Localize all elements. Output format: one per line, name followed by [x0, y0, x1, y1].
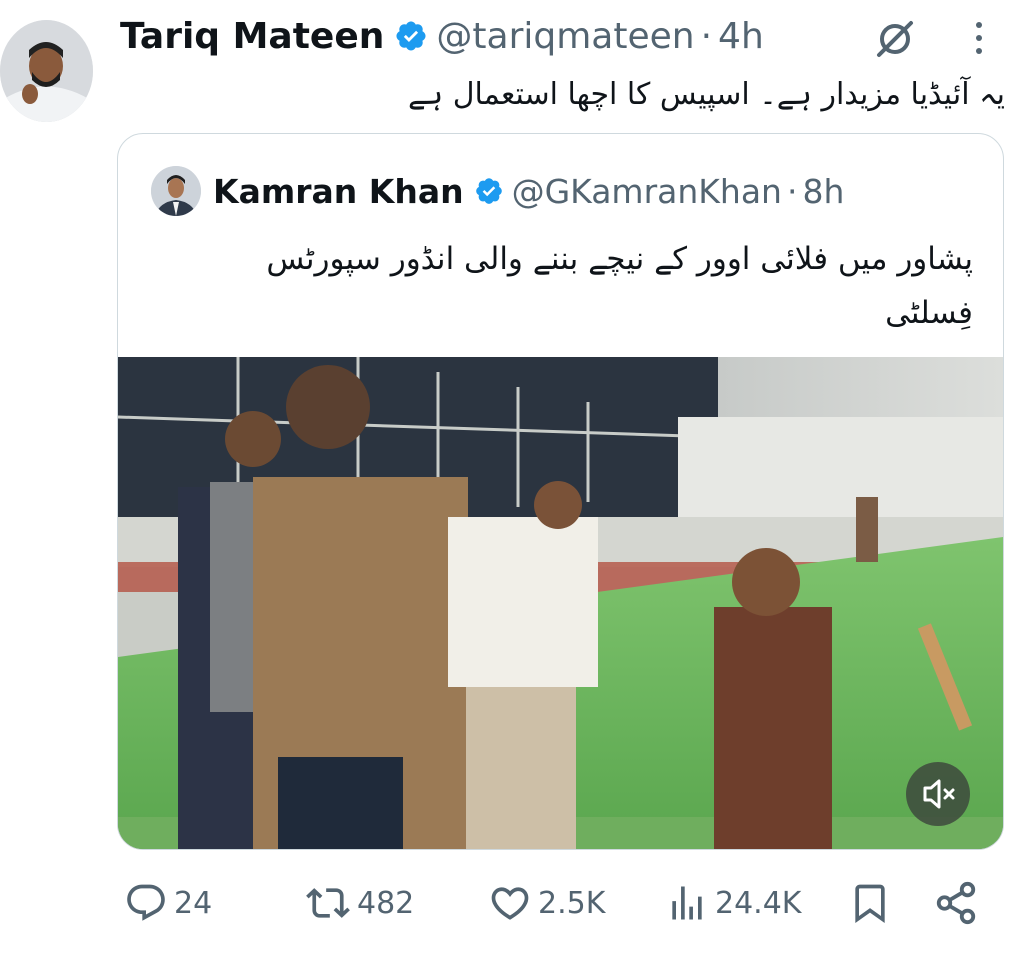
bookmark-icon — [855, 884, 885, 924]
reply-button[interactable]: 24 — [124, 880, 212, 926]
repost-count: 482 — [357, 885, 415, 921]
share-button[interactable] — [933, 880, 979, 926]
like-button[interactable]: 2.5K — [488, 880, 605, 926]
verified-badge-icon — [475, 178, 502, 204]
tweet-text: یہ آئیڈیا مزیدار ہے۔ اسپیس کا اچھا استعم… — [408, 77, 1005, 112]
grok-icon[interactable] — [873, 17, 917, 61]
verified-badge-icon — [396, 21, 426, 51]
separator-dot: · — [700, 15, 713, 57]
reply-icon — [127, 884, 165, 921]
reply-count: 24 — [174, 885, 213, 921]
quoted-author-handle[interactable]: @GKamranKhan — [512, 172, 782, 211]
quoted-author-avatar[interactable] — [151, 166, 201, 216]
quoted-tweet[interactable]: Kamran Khan @GKamranKhan · 8h پشاور میں … — [117, 133, 1004, 850]
views-icon — [672, 886, 702, 920]
muted-speaker-icon — [923, 779, 955, 809]
tweet-action-bar: 24 482 2.5K 24.4K — [0, 870, 1035, 940]
views-button[interactable]: 24.4K — [665, 880, 801, 926]
bookmark-button[interactable] — [848, 880, 892, 926]
video-frame — [118, 357, 1003, 849]
author-handle[interactable]: @tariqmateen — [436, 16, 694, 57]
views-count: 24.4K — [715, 885, 802, 921]
author-name[interactable]: Tariq Mateen — [120, 16, 384, 57]
quoted-avatar-photo — [151, 166, 201, 216]
author-avatar[interactable] — [0, 20, 93, 122]
heart-icon — [491, 887, 529, 920]
quoted-author-name[interactable]: Kamran Khan — [213, 172, 464, 211]
like-count: 2.5K — [538, 885, 606, 921]
separator-dot: · — [786, 171, 798, 211]
mute-button[interactable] — [906, 762, 970, 826]
quoted-tweet-timestamp[interactable]: 8h — [802, 172, 844, 211]
tweet-timestamp[interactable]: 4h — [718, 16, 764, 57]
more-options-icon[interactable] — [973, 18, 985, 58]
quoted-tweet-header: Kamran Khan @GKamranKhan · 8h — [151, 164, 844, 218]
quoted-tweet-text: پشاور میں فلائی اوور کے نیچے بننے والی ا… — [266, 241, 973, 331]
avatar-photo — [0, 20, 93, 122]
share-icon — [936, 881, 976, 925]
tweet-header: Tariq Mateen @tariqmateen · 4h — [120, 12, 764, 60]
video-player[interactable] — [118, 357, 1003, 849]
repost-icon — [306, 888, 350, 918]
repost-button[interactable]: 482 — [305, 880, 414, 926]
